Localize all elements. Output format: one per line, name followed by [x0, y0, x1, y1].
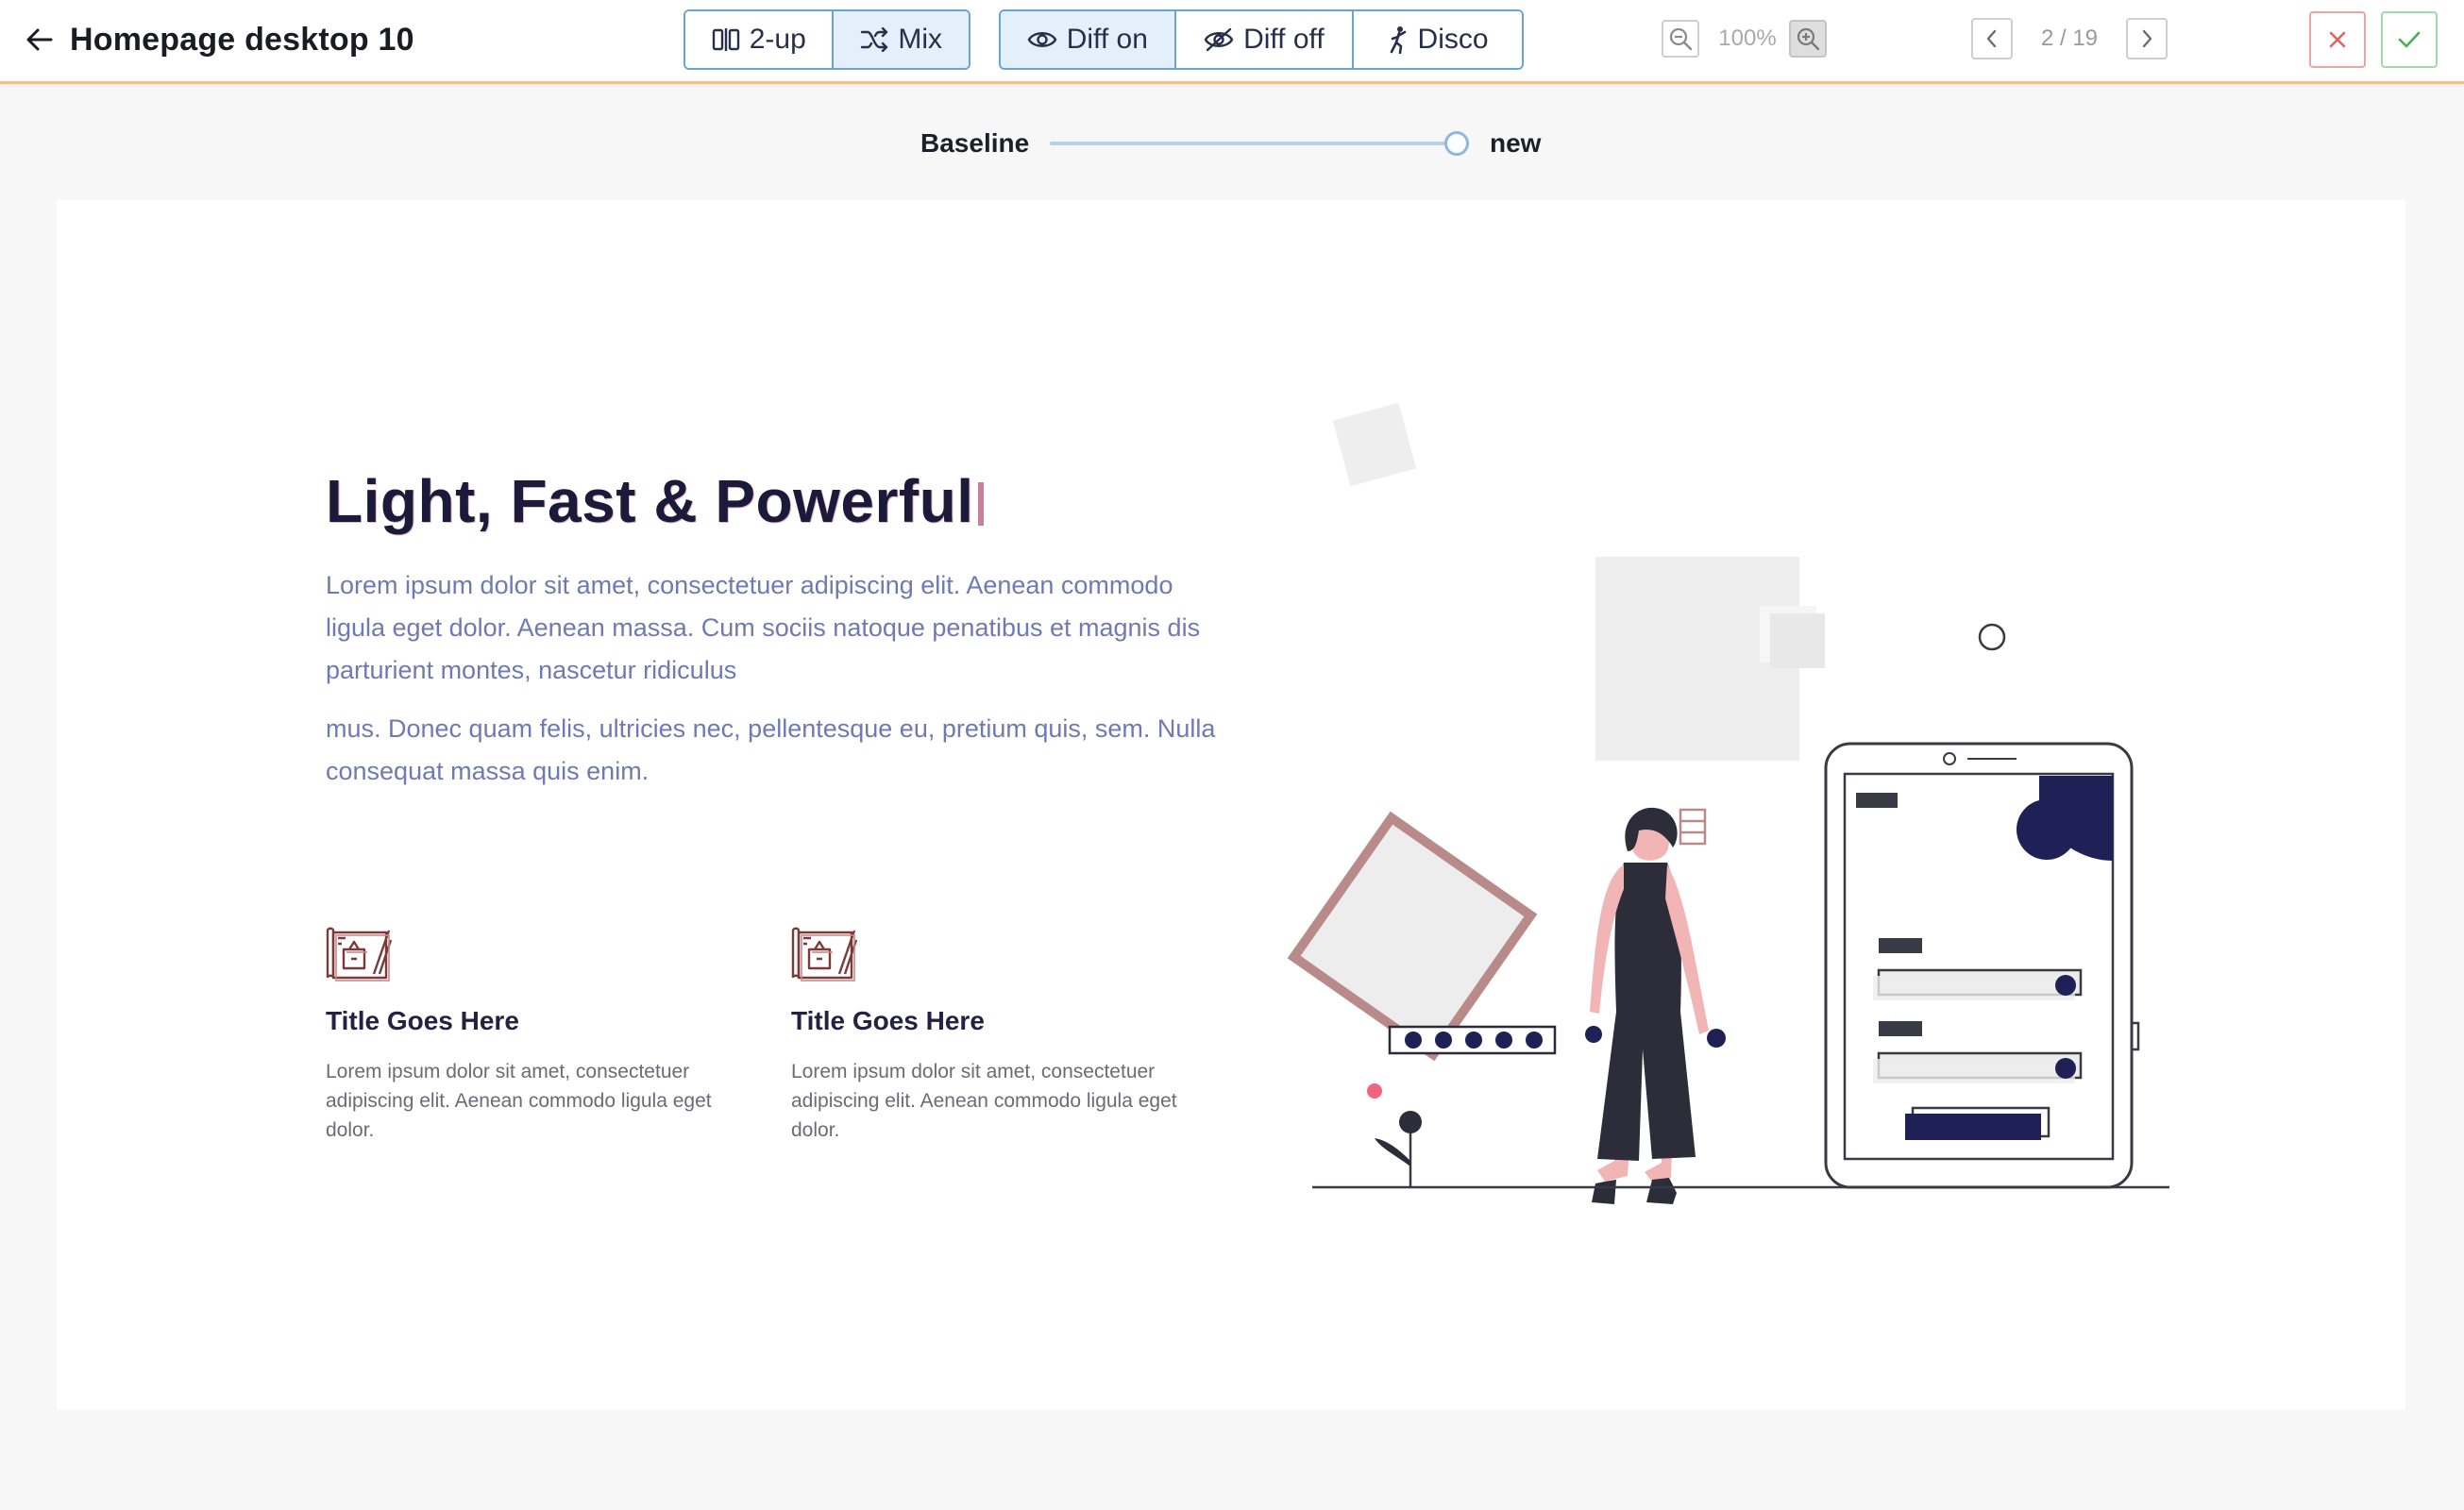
- new-label: new: [1490, 128, 1542, 158]
- feature-2-text: Lorem ipsum dolor sit amet, consectetuer…: [791, 1061, 1177, 1141]
- disco-label: Disco: [1417, 24, 1489, 55]
- previous-button[interactable]: [1971, 18, 2013, 59]
- page-counter: 2 / 19: [2040, 25, 2099, 51]
- zoom-in-icon: [1797, 27, 1820, 51]
- hero-paragraph-1: Lorem ipsum dolor sit amet, consectetuer…: [326, 571, 1201, 684]
- woman-figure: [1585, 807, 1726, 1204]
- diff-off-button[interactable]: Diff off: [1175, 11, 1355, 68]
- mix-button[interactable]: Mix: [834, 11, 969, 68]
- two-up-label: 2-up: [749, 24, 806, 55]
- tilted-frame: [1287, 811, 1538, 1062]
- zoom-in-button[interactable]: [1789, 20, 1827, 58]
- hero-title-text: Light, Fast & Powerful: [326, 467, 974, 535]
- dancer-icon: [1390, 26, 1406, 54]
- mix-label: Mix: [898, 24, 943, 55]
- feature-2-title: Title Goes Here: [791, 1006, 985, 1035]
- plant: [1367, 1083, 1422, 1187]
- diff-mode-toggle: Diff on Diff off Disco: [999, 9, 1524, 70]
- disco-button[interactable]: Disco: [1354, 11, 1522, 68]
- check-icon: [2398, 31, 2421, 48]
- reject-button[interactable]: [2309, 11, 2366, 68]
- two-up-button[interactable]: 2-up: [685, 11, 835, 68]
- zoom-out-icon: [1669, 27, 1693, 51]
- close-icon: [2329, 31, 2346, 48]
- screenshot-preview: Light, Fast & Powerful Lorem ipsum dolor…: [57, 200, 2405, 1410]
- eye-off-icon: [1204, 27, 1234, 52]
- hero-paragraph-2: mus. Donec quam felis, ultricies nec, pe…: [326, 714, 1216, 785]
- toolbar: Homepage desktop 10 2-up Mix Diff on Dif…: [0, 0, 2464, 84]
- eye-icon: [1027, 32, 1057, 47]
- diff-on-button[interactable]: Diff on: [1001, 11, 1176, 68]
- diff-off-label: Diff off: [1243, 24, 1325, 55]
- blueprint-icon: [326, 927, 393, 982]
- page-title: Homepage desktop 10: [70, 22, 414, 58]
- arrow-left-icon: [26, 28, 53, 51]
- columns-icon: [712, 28, 739, 51]
- feature-1-title: Title Goes Here: [326, 1006, 519, 1035]
- comparison-slider-track[interactable]: [1050, 142, 1463, 145]
- diff-on-label: Diff on: [1066, 24, 1148, 55]
- comparison-slider-thumb[interactable]: [1444, 131, 1469, 156]
- hero-illustration: [1287, 402, 2169, 1204]
- diff-highlight: [977, 482, 984, 526]
- deco-square: [1332, 402, 1417, 487]
- back-button[interactable]: [19, 19, 60, 60]
- baseline-label: Baseline: [920, 128, 1030, 158]
- chevron-left-icon: [1986, 29, 1997, 48]
- list-glyph: [1679, 808, 1707, 846]
- zoom-out-button[interactable]: [1662, 20, 1699, 58]
- view-mode-toggle: 2-up Mix: [684, 9, 970, 70]
- approve-button[interactable]: [2381, 11, 2438, 68]
- blueprint-icon: [791, 927, 858, 982]
- phone: [1824, 742, 2134, 1189]
- next-button[interactable]: [2126, 18, 2168, 59]
- chevron-right-icon: [2142, 29, 2152, 48]
- shuffle-icon: [861, 27, 888, 52]
- feature-1-text: Lorem ipsum dolor sit amet, consectetuer…: [326, 1061, 712, 1141]
- deco-circle: [1978, 623, 2006, 651]
- hero-title: Light, Fast & Powerful: [326, 466, 984, 536]
- zoom-level: 100%: [1718, 25, 1777, 51]
